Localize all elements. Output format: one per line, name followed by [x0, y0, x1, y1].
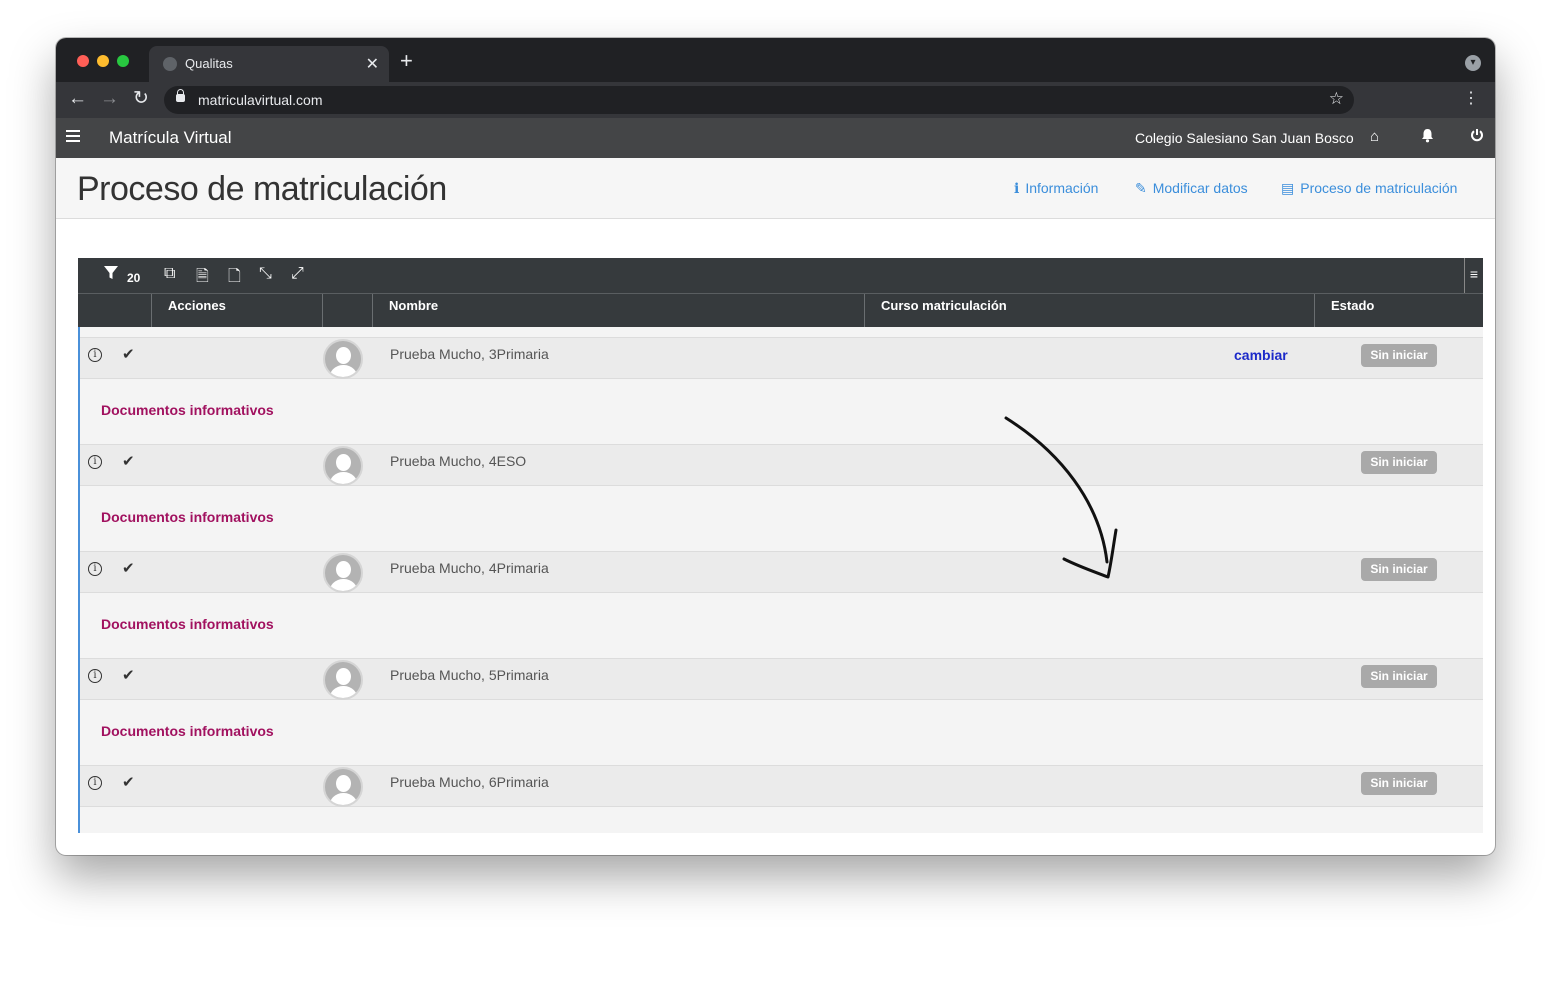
check-icon[interactable]: ✔	[122, 559, 135, 577]
forward-icon[interactable]: →	[100, 88, 119, 110]
tab-bar: Qualitas ✕ + ▾	[56, 38, 1495, 82]
school-name: Colegio Salesiano San Juan Bosco	[1135, 130, 1354, 146]
link-proceso-matriculacion[interactable]: ▤ Proceso de matriculación	[1281, 180, 1457, 197]
home-icon[interactable]: ⌂	[1370, 128, 1379, 145]
info-icon[interactable]: i	[88, 776, 102, 790]
link-modificar-datos[interactable]: ✎ Modificar datos	[1135, 180, 1248, 197]
link-informacion[interactable]: i Información	[1014, 180, 1098, 197]
edit-icon: ✎	[1135, 180, 1147, 196]
link-label: Modificar datos	[1152, 180, 1248, 196]
table-row[interactable]: i ✔ Prueba Mucho, 4ESO Sin iniciar	[80, 444, 1483, 486]
status-badge: Sin iniciar	[1361, 772, 1437, 795]
expand-icon[interactable]: ⤢	[291, 265, 304, 283]
check-icon[interactable]: ✔	[122, 773, 135, 791]
info-icon: i	[1014, 181, 1020, 197]
info-icon[interactable]: i	[88, 669, 102, 683]
table-row[interactable]: i ✔ Prueba Mucho, 3Primaria cambiar Sin …	[80, 337, 1483, 379]
bookmark-star-icon[interactable]: ☆	[1329, 89, 1344, 109]
link-label: Proceso de matriculación	[1300, 180, 1458, 196]
page-title: Proceso de matriculación	[77, 170, 447, 208]
bell-icon[interactable]	[1421, 128, 1434, 147]
check-icon[interactable]: ✔	[122, 452, 135, 470]
check-icon[interactable]: ✔	[122, 666, 135, 684]
filter-count: 20	[127, 271, 141, 285]
info-icon[interactable]: i	[88, 455, 102, 469]
grid-menu-icon[interactable]: ≡	[1464, 258, 1483, 293]
browser-toolbar: ← → ↻ matriculavirtual.com ☆ ⋮	[56, 82, 1495, 118]
back-icon[interactable]: ←	[68, 88, 87, 110]
student-name: Prueba Mucho, 3Primaria	[390, 346, 549, 362]
student-name: Prueba Mucho, 4Primaria	[390, 560, 549, 576]
url-text: matriculavirtual.com	[198, 92, 323, 108]
check-icon[interactable]: ✔	[122, 345, 135, 363]
filter-icon[interactable]	[103, 265, 119, 286]
status-badge: Sin iniciar	[1361, 451, 1437, 474]
close-window-button[interactable]	[77, 55, 89, 67]
col-nombre[interactable]: Nombre	[372, 294, 864, 328]
browser-menu-icon[interactable]: ⋮	[1463, 90, 1479, 108]
status-badge: Sin iniciar	[1361, 344, 1437, 367]
annotation-arrow	[1004, 416, 1118, 579]
app-header: Matrícula Virtual Colegio Salesiano San …	[56, 118, 1495, 158]
document-icon[interactable]: 🗋	[228, 265, 241, 292]
avatar	[323, 446, 363, 486]
grid-toolbar: 20 ⧉ 🗎 🗋 ⤡ ⤢ ≡	[78, 258, 1483, 293]
docs-link[interactable]: Documentos informativos	[101, 616, 274, 632]
cambiar-link[interactable]: cambiar	[1234, 347, 1288, 363]
student-name: Prueba Mucho, 4ESO	[390, 453, 527, 469]
col-estado[interactable]: Estado	[1314, 294, 1483, 328]
student-name: Prueba Mucho, 6Primaria	[390, 774, 549, 790]
col-acciones[interactable]: Acciones	[151, 294, 322, 328]
link-label: Información	[1025, 180, 1099, 196]
table-row[interactable]: i ✔ Prueba Mucho, 4Primaria Sin iniciar	[80, 551, 1483, 593]
avatar	[323, 767, 363, 807]
avatar	[323, 339, 363, 379]
col-curso-matriculacion[interactable]: Curso matriculación	[864, 294, 1314, 328]
docs-link[interactable]: Documentos informativos	[101, 402, 274, 418]
status-badge: Sin iniciar	[1361, 665, 1437, 688]
minimize-window-button[interactable]	[97, 55, 109, 67]
browser-tab[interactable]: Qualitas ✕	[149, 46, 389, 82]
hamburger-menu-icon[interactable]	[66, 130, 80, 142]
collapse-icon[interactable]: ⤡	[259, 265, 272, 283]
tab-search-icon[interactable]: ▾	[1465, 55, 1481, 71]
power-icon[interactable]	[1470, 128, 1484, 146]
docs-link[interactable]: Documentos informativos	[101, 723, 274, 739]
page-header: Proceso de matriculación i Información ✎ M…	[56, 158, 1495, 219]
reload-icon[interactable]: ↻	[133, 88, 149, 110]
status-badge: Sin iniciar	[1361, 558, 1437, 581]
grid-header: Acciones Nombre Curso matriculación Esta…	[78, 293, 1483, 328]
copy-icon[interactable]: ⧉	[164, 265, 175, 283]
browser-window: Qualitas ✕ + ▾ ← → ↻ matriculavirtual.co…	[56, 38, 1495, 855]
table-row[interactable]: i ✔ Prueba Mucho, 6Primaria Sin iniciar	[80, 765, 1483, 807]
address-bar[interactable]: matriculavirtual.com ☆	[164, 86, 1354, 114]
grid-body: i ✔ Prueba Mucho, 3Primaria cambiar Sin …	[78, 327, 1483, 833]
app-title: Matrícula Virtual	[109, 128, 232, 147]
docs-link[interactable]: Documentos informativos	[101, 509, 274, 525]
globe-icon	[163, 57, 177, 71]
col-avatar	[322, 294, 372, 328]
avatar	[323, 660, 363, 700]
close-tab-icon[interactable]: ✕	[366, 54, 379, 74]
info-icon[interactable]: i	[88, 348, 102, 362]
lock-icon	[176, 89, 185, 102]
info-icon[interactable]: i	[88, 562, 102, 576]
enrollment-grid: 20 ⧉ 🗎 🗋 ⤡ ⤢ ≡ Acciones Nombre Curso mat…	[78, 258, 1483, 833]
tab-title: Qualitas	[185, 56, 233, 71]
student-name: Prueba Mucho, 5Primaria	[390, 667, 549, 683]
table-row[interactable]: i ✔ Prueba Mucho, 5Primaria Sin iniciar	[80, 658, 1483, 700]
new-tab-button[interactable]: +	[400, 50, 413, 72]
avatar	[323, 553, 363, 593]
pdf-icon[interactable]: 🗎	[196, 265, 209, 292]
card-icon: ▤	[1281, 180, 1295, 196]
maximize-window-button[interactable]	[117, 55, 129, 67]
